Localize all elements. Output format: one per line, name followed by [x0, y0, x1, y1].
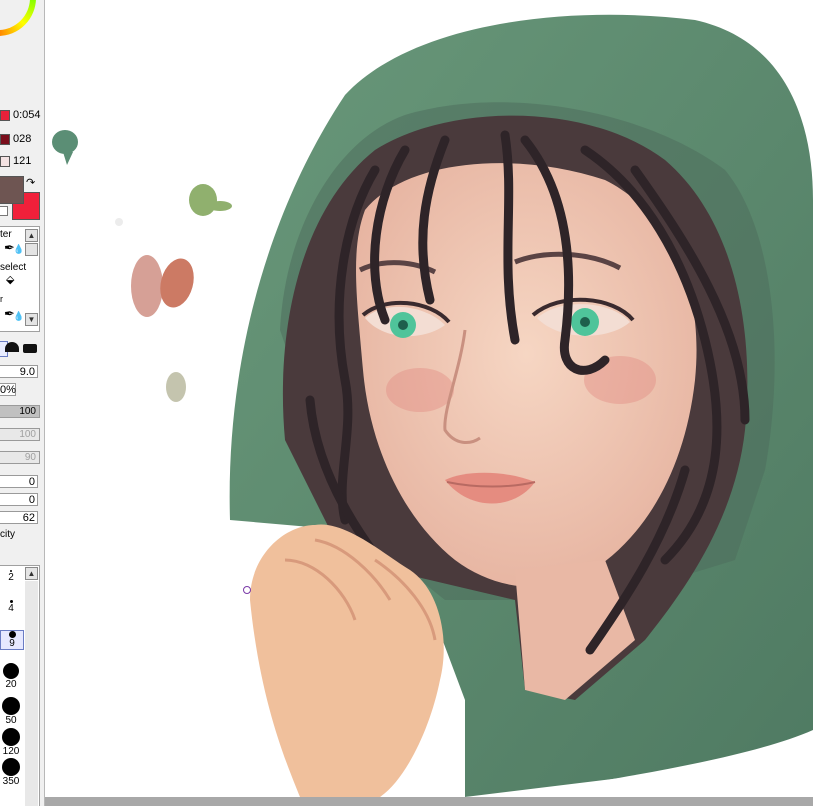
color-wheel[interactable]	[0, 0, 36, 36]
color-blob-pink	[131, 255, 163, 317]
tool-label-3: r	[0, 294, 3, 304]
tool-scroll-thumb[interactable]	[25, 243, 38, 256]
select-brush-icon[interactable]: ⬙	[6, 273, 14, 286]
brush-size-dot	[2, 758, 20, 776]
swap-colors-icon[interactable]: ↷	[26, 176, 35, 189]
brush-size-label: 20	[5, 679, 17, 690]
min-size-input[interactable]: 0%	[0, 383, 16, 396]
brush-size-item[interactable]: 120	[0, 728, 22, 757]
color-blob-green-dark-tail	[63, 152, 73, 165]
color-blob-sage	[166, 372, 186, 402]
color-blob-green-light	[189, 184, 217, 216]
color-blob-gray	[115, 218, 123, 226]
color-blob-salmon	[160, 258, 194, 308]
brush-size-dot	[2, 697, 20, 715]
slider-value-1: 0:054	[13, 109, 41, 121]
brush-size-dot	[2, 728, 20, 746]
brush-size-label: 2	[8, 572, 14, 583]
brush-size-item[interactable]: 50	[0, 697, 22, 726]
brush-size-label: 4	[8, 603, 14, 614]
blending-input[interactable]: 62	[0, 511, 38, 524]
color-blob-green-light-2	[208, 201, 232, 211]
brush-size-label: 350	[2, 776, 20, 787]
water-drop-icon-2: 💧	[13, 311, 25, 321]
primary-color-swatch[interactable]	[0, 176, 24, 204]
eye-right-pupil	[580, 317, 590, 327]
slider-swatch-red	[0, 110, 10, 121]
tool-panel: 0:054 028 121 ↷ ter ✒ 💧 select ⬙ r ✒ 💧 ▲…	[0, 0, 45, 806]
canvas-horizontal-scrollbar[interactable]	[45, 797, 813, 806]
param-bar-3[interactable]: 90	[0, 451, 40, 464]
drawing-canvas[interactable]	[45, 0, 813, 798]
brush-size-item[interactable]: 4	[0, 600, 22, 614]
tool-label-1: ter	[0, 229, 12, 240]
cheek-left	[386, 368, 454, 412]
reset-colors-icon[interactable]	[0, 206, 8, 216]
size-list-scrollbar[interactable]	[25, 581, 38, 806]
tool-scroll-down-button[interactable]: ▼	[25, 313, 38, 326]
brush-size-dot	[8, 631, 16, 638]
color-blob-green-dark	[52, 130, 78, 154]
slider-value-3: 121	[13, 155, 32, 167]
slider-swatch-pink	[0, 156, 10, 167]
brush-size-item[interactable]: 2	[0, 570, 22, 583]
brush-size-item[interactable]: 20	[0, 663, 22, 690]
brush-cursor-icon	[243, 586, 251, 594]
brush-size-label: 9	[9, 638, 15, 649]
offset-input-2[interactable]: 0	[0, 493, 38, 506]
brush-size-input[interactable]: 9.0	[0, 365, 38, 378]
tool-label-2: select	[0, 262, 27, 273]
water-drop-icon: 💧	[13, 244, 25, 254]
size-list-scroll-up-button[interactable]: ▲	[25, 567, 38, 580]
brush-shape-flat-icon[interactable]	[5, 342, 19, 352]
brush-shape-square-icon[interactable]	[23, 344, 37, 353]
brush-size-item[interactable]: 9	[0, 630, 24, 650]
slider-swatch-darkred	[0, 134, 10, 145]
eye-left-pupil	[398, 320, 408, 330]
brush-size-item[interactable]: 350	[0, 758, 22, 787]
offset-input-1[interactable]: 0	[0, 475, 38, 488]
painting	[52, 14, 813, 798]
density-bar[interactable]: 100	[0, 405, 40, 418]
tool-scroll-up-button[interactable]: ▲	[25, 229, 38, 242]
brush-size-label: 120	[2, 746, 20, 757]
blending-label: city	[0, 529, 15, 540]
brush-size-label: 50	[5, 715, 17, 726]
brush-size-dot	[3, 663, 19, 679]
param-bar-2[interactable]: 100	[0, 428, 40, 441]
slider-value-2: 028	[13, 133, 32, 145]
